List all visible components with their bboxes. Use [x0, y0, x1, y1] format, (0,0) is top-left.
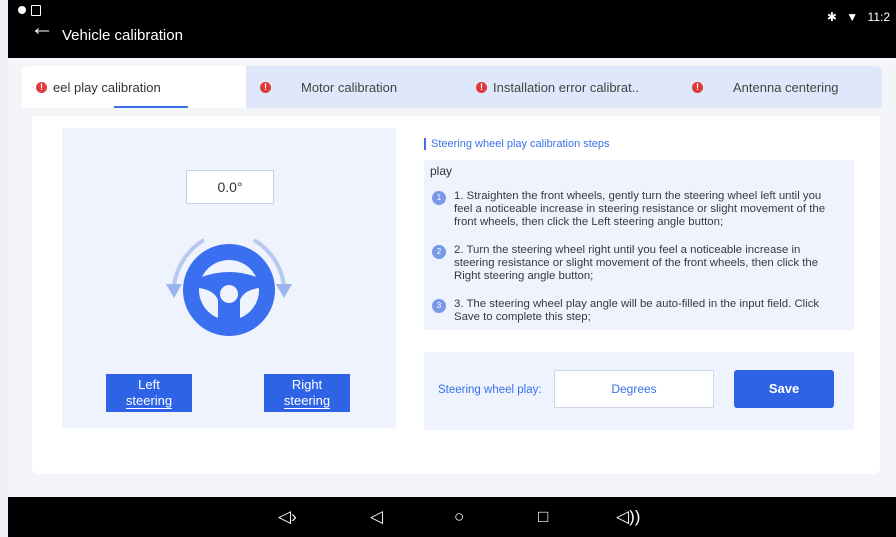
main-content: ! eel play calibration ! Motor calibrati…: [8, 58, 896, 497]
button-label-line1: Left: [138, 377, 160, 392]
page-title: Vehicle calibration: [62, 27, 183, 44]
back-icon[interactable]: ◁: [370, 507, 383, 527]
steering-play-input[interactable]: Degrees: [554, 370, 714, 408]
angle-readout: 0.0°: [186, 170, 274, 204]
wifi-icon: ▼: [846, 10, 859, 24]
status-bar: ✱ ▼ 11:2: [821, 10, 890, 24]
save-button[interactable]: Save: [734, 370, 834, 408]
steps-list[interactable]: play 1 1. Straighten the front wheels, g…: [424, 160, 854, 330]
step-number-icon: 2: [432, 245, 446, 259]
tab-antenna-centering[interactable]: ! Antenna centering: [692, 66, 839, 108]
step-item: 1 1. Straighten the front wheels, gently…: [432, 190, 842, 229]
recents-icon[interactable]: □: [538, 507, 548, 527]
steps-heading: Steering wheel play calibration steps: [424, 138, 610, 150]
button-label-line1: Right: [291, 377, 323, 392]
tab-steering-wheel-play[interactable]: ! eel play calibration: [22, 66, 246, 108]
volume-down-icon[interactable]: ◁›: [278, 507, 297, 527]
warning-icon: !: [476, 81, 487, 93]
tab-bar: ! eel play calibration ! Motor calibrati…: [22, 66, 882, 108]
step-text: 3. The steering wheel play angle will be…: [454, 298, 820, 323]
app-header: ← Vehicle calibration ✱ ▼ 11:2: [8, 0, 896, 58]
step-text: 2. Turn the steering wheel right until y…: [454, 244, 819, 282]
save-section: Steering wheel play: Degrees Save: [424, 352, 854, 430]
tab-label: Installation error calibrat..: [493, 79, 639, 95]
tab-label: Antenna centering: [733, 79, 839, 95]
steering-wheel-icon: [166, 238, 292, 336]
clock-time: 11:2: [867, 10, 890, 24]
notification-dot-icon: [18, 6, 26, 14]
screen: ← Vehicle calibration ✱ ▼ 11:2 ! eel pla…: [8, 0, 896, 537]
warning-icon: !: [260, 81, 271, 93]
volume-up-icon[interactable]: ◁)): [616, 507, 640, 527]
steering-wheel-graphic: [144, 228, 314, 348]
bluetooth-icon: ✱: [826, 10, 837, 24]
right-steering-button[interactable]: Right steering: [264, 374, 350, 412]
tab-installation-error[interactable]: ! Installation error calibrat..: [476, 66, 639, 108]
steering-play-label: Steering wheel play:: [438, 384, 542, 396]
steering-visual-panel: 0.0° Left steering Right steering: [62, 128, 396, 428]
calibration-panel: 0.0° Left steering Right steering Steeri…: [32, 116, 880, 474]
warning-icon: !: [692, 81, 703, 93]
left-steering-button[interactable]: Left steering: [106, 374, 192, 412]
home-icon[interactable]: ○: [454, 507, 464, 527]
tab-motor-calibration[interactable]: ! Motor calibration: [260, 66, 397, 108]
step-number-icon: 3: [432, 299, 446, 313]
steps-intro: play: [430, 164, 453, 178]
active-tab-indicator: [114, 106, 188, 108]
button-label-line2: steering: [125, 393, 173, 409]
step-item: 2 2. Turn the steering wheel right until…: [432, 244, 842, 283]
tab-label: Motor calibration: [301, 79, 398, 95]
warning-icon: !: [36, 81, 47, 93]
step-number-icon: 1: [432, 191, 446, 205]
system-nav-bar: ◁› ◁ ○ □ ◁)): [8, 497, 896, 537]
button-label-line2: steering: [283, 393, 331, 409]
step-item: 3 3. The steering wheel play angle will …: [432, 298, 842, 324]
tab-label: eel play calibration: [53, 79, 161, 95]
back-arrow-icon[interactable]: ←: [30, 16, 54, 40]
step-text: 1. Straighten the front wheels, gently t…: [454, 190, 826, 228]
